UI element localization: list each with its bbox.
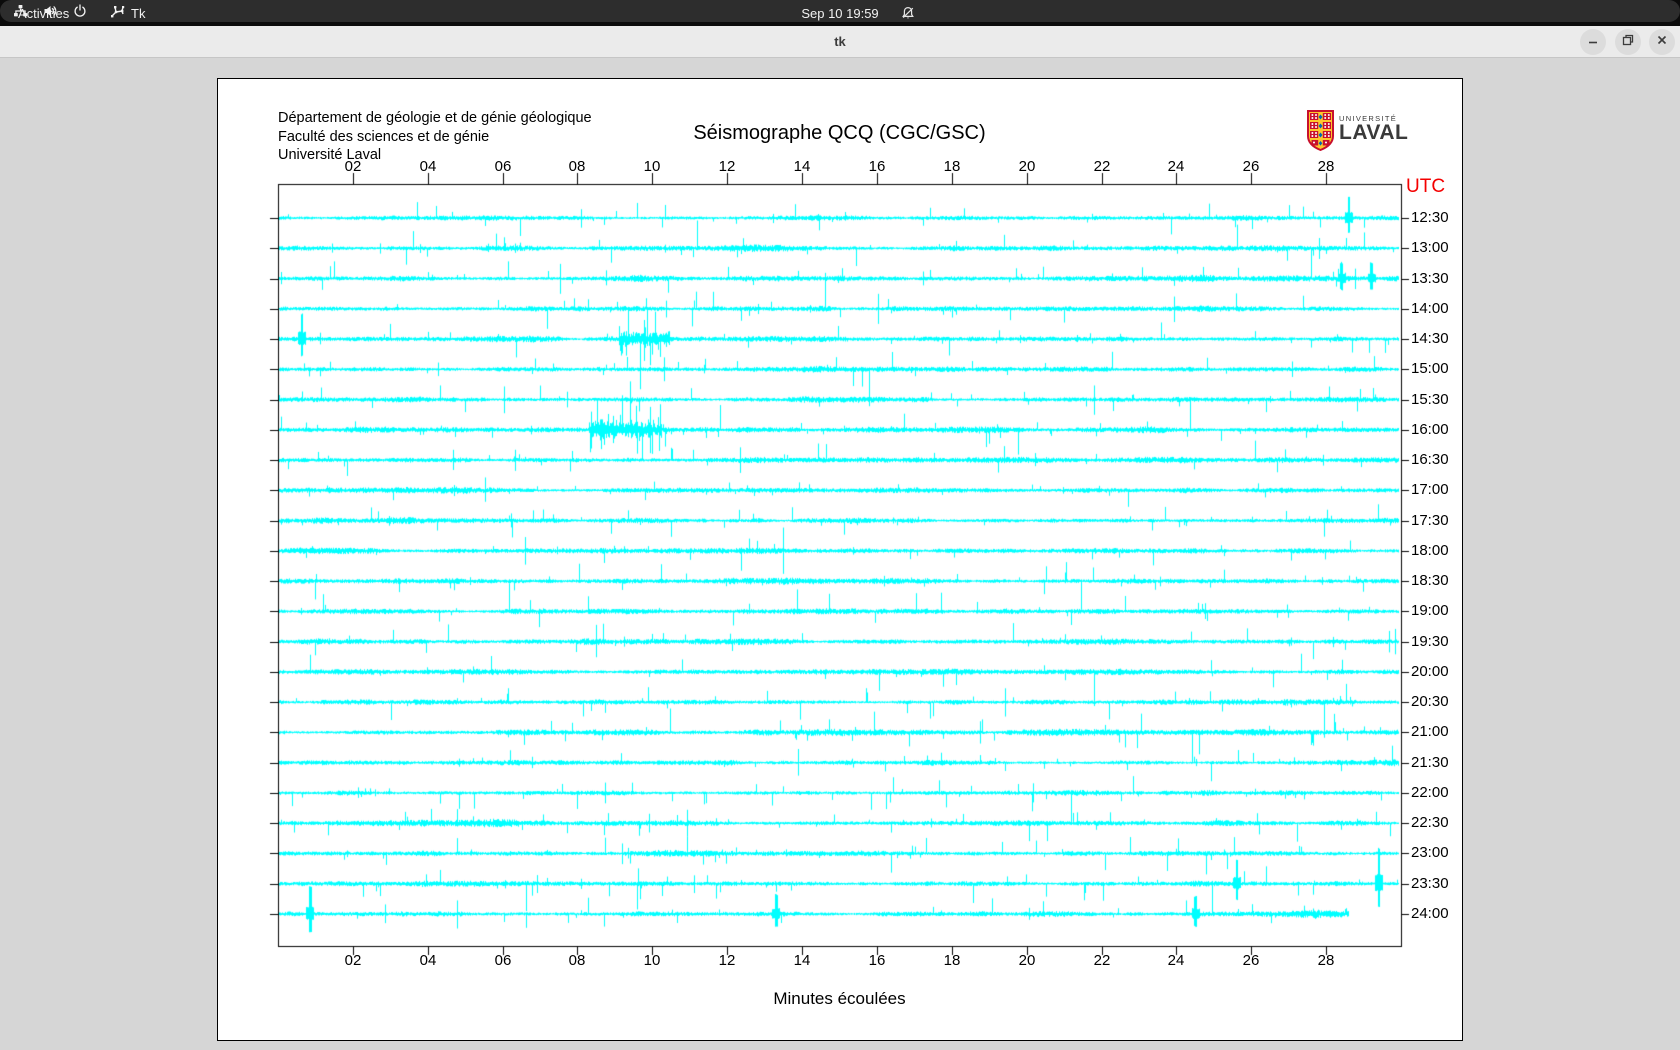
top-bar: Activities Tk Sep 10 19:59: [0, 0, 1680, 26]
app-indicator[interactable]: Tk: [110, 0, 145, 26]
close-button[interactable]: [1649, 29, 1675, 55]
activities-label: Activities: [18, 5, 70, 21]
maximize-button[interactable]: [1615, 29, 1641, 55]
notifications-disabled-icon: [901, 0, 915, 26]
close-icon: [1656, 33, 1668, 51]
seismograph-panel: Département de géologie et de génie géol…: [217, 78, 1464, 1042]
activities-button[interactable]: Activities: [18, 0, 69, 26]
power-icon: [73, 4, 87, 18]
seismogram-canvas: [218, 79, 1464, 1042]
tk-logo-icon: [110, 4, 125, 22]
clock-button[interactable]: Sep 10 19:59: [801, 0, 878, 26]
window-titlebar: tk: [0, 26, 1680, 58]
maximize-icon: [1622, 33, 1634, 51]
window-title: tk: [834, 34, 846, 49]
minimize-icon: [1587, 33, 1599, 51]
app-indicator-label: Tk: [131, 5, 146, 21]
minimize-button[interactable]: [1580, 29, 1606, 55]
x-axis-title: Minutes écoulées: [773, 989, 906, 1008]
clock-label: Sep 10 19:59: [801, 5, 879, 21]
tk-window-content: Département de géologie et de génie géol…: [0, 58, 1680, 1050]
